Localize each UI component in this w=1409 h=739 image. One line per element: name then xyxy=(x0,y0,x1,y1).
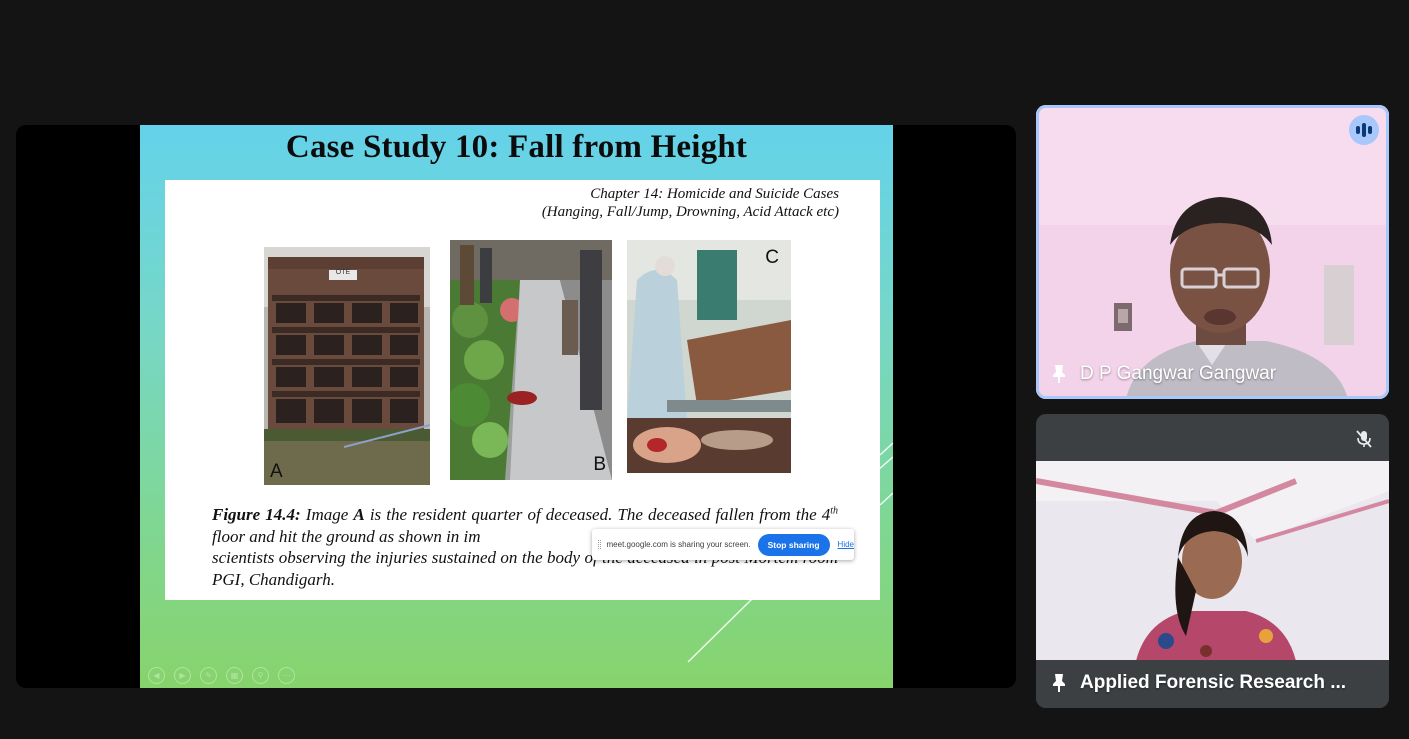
participant-video xyxy=(1036,105,1389,399)
photo-a-label: A xyxy=(270,461,283,482)
photo-b-label: B xyxy=(593,454,606,475)
photo-a-sign-text: OTE xyxy=(335,269,351,276)
caption-image-a: A xyxy=(353,505,365,524)
speaking-indicator-icon xyxy=(1349,115,1379,145)
participant-tile[interactable]: Applied Forensic Research ... xyxy=(1036,414,1389,708)
next-slide-icon[interactable]: ▶ xyxy=(174,667,191,684)
participant-name: D P Gangwar Gangwar xyxy=(1080,363,1277,384)
screen-share-notice: meet.google.com is sharing your screen. … xyxy=(592,529,854,560)
pin-icon[interactable] xyxy=(1052,673,1066,693)
chapter-heading: Chapter 14: Homicide and Suicide Cases (… xyxy=(542,185,839,221)
shared-slide: Case Study 10: Fall from Height Chapter … xyxy=(140,125,893,688)
photo-b-ground-scene: B xyxy=(450,240,612,480)
mic-off-icon xyxy=(1356,430,1372,448)
hide-link[interactable]: Hide xyxy=(838,540,854,549)
drag-handle-icon[interactable] xyxy=(598,540,601,549)
photo-a-building: A OTE xyxy=(264,247,430,485)
slide-title: Case Study 10: Fall from Height xyxy=(285,129,748,165)
photo-c-label: C xyxy=(765,247,779,268)
previous-slide-icon[interactable]: ◀ xyxy=(148,667,165,684)
caption-superscript: th xyxy=(830,505,839,517)
caption-part-2: is the resident quarter of deceased. The… xyxy=(364,505,831,524)
chapter-line-1: Chapter 14: Homicide and Suicide Cases xyxy=(590,186,839,202)
participant-name-row: Applied Forensic Research ... xyxy=(1052,672,1346,694)
caption-part-3: floor and hit the ground as shown in im xyxy=(212,526,481,546)
participant-name: Applied Forensic Research ... xyxy=(1080,672,1347,693)
pen-icon[interactable]: ✎ xyxy=(200,667,217,684)
zoom-icon[interactable]: ⚲ xyxy=(252,667,269,684)
figure-label: Figure 14.4: xyxy=(212,505,301,524)
participant-name-row: D P Gangwar Gangwar xyxy=(1052,363,1276,385)
more-options-icon[interactable]: ⋯ xyxy=(278,667,295,684)
slide-controls[interactable]: ◀ ▶ ✎ ▦ ⚲ ⋯ xyxy=(148,667,295,684)
pin-icon[interactable] xyxy=(1052,364,1066,384)
caption-part-1: Image xyxy=(300,505,354,524)
chapter-line-2: (Hanging, Fall/Jump, Drowning, Acid Atta… xyxy=(541,204,839,220)
stop-sharing-button[interactable]: Stop sharing xyxy=(757,533,830,556)
photo-c-post-mortem: C xyxy=(627,240,791,473)
participant-tile-active-speaker[interactable]: D P Gangwar Gangwar xyxy=(1036,105,1389,399)
share-message: meet.google.com is sharing your screen. xyxy=(606,540,751,549)
presentation-stage[interactable]: Case Study 10: Fall from Height Chapter … xyxy=(16,125,1016,688)
slides-grid-icon[interactable]: ▦ xyxy=(226,667,243,684)
